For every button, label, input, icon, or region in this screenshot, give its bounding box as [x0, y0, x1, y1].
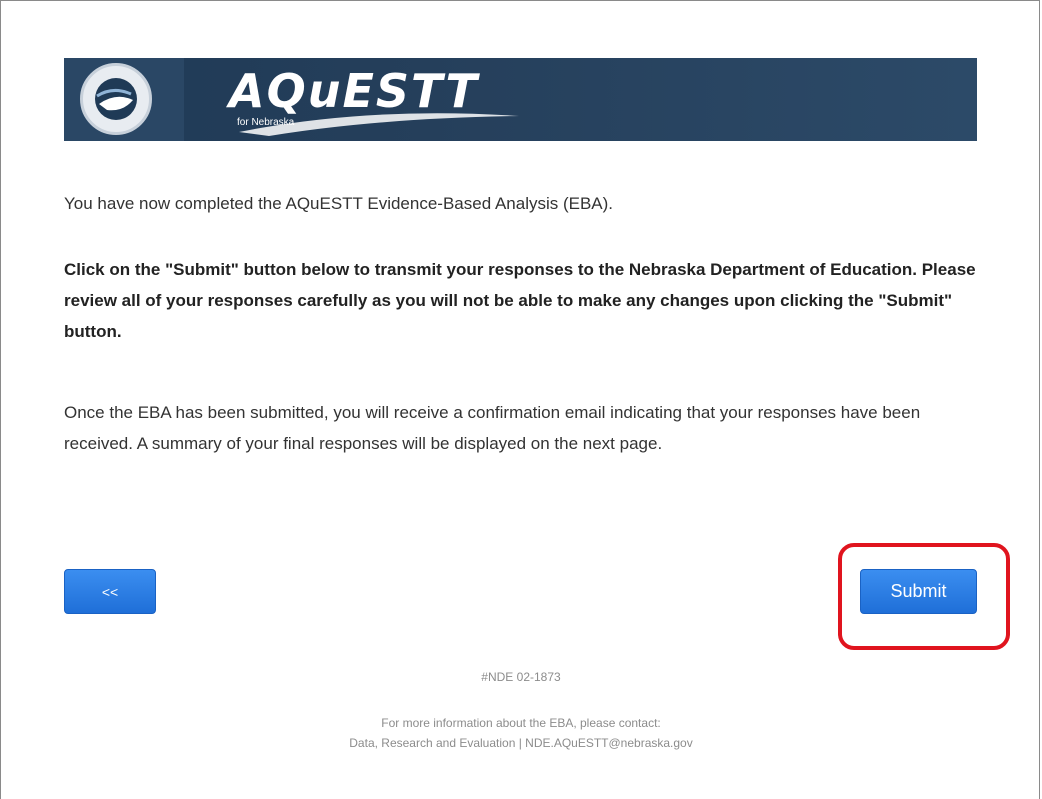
completion-message: You have now completed the AQuESTT Evide… [64, 194, 614, 213]
header-banner: AQuESTT for Nebraska [64, 58, 977, 141]
confirmation-info: Once the EBA has been submitted, you wil… [64, 403, 921, 453]
back-button[interactable]: << [64, 569, 156, 614]
logo-wordmark: AQuESTT [229, 64, 479, 118]
logo-subtitle: for Nebraska [237, 117, 295, 128]
department-seal-icon [80, 63, 152, 135]
contact-info: For more information about the EBA, plea… [1, 713, 1041, 753]
contact-line-1: For more information about the EBA, plea… [381, 716, 661, 730]
page-frame: AQuESTT for Nebraska You have now comple… [0, 0, 1040, 799]
submit-instructions: Click on the "Submit" button below to tr… [64, 260, 976, 341]
contact-line-2: Data, Research and Evaluation | NDE.AQuE… [349, 736, 693, 750]
submit-button[interactable]: Submit [860, 569, 977, 614]
form-code: #NDE 02-1873 [481, 670, 561, 684]
